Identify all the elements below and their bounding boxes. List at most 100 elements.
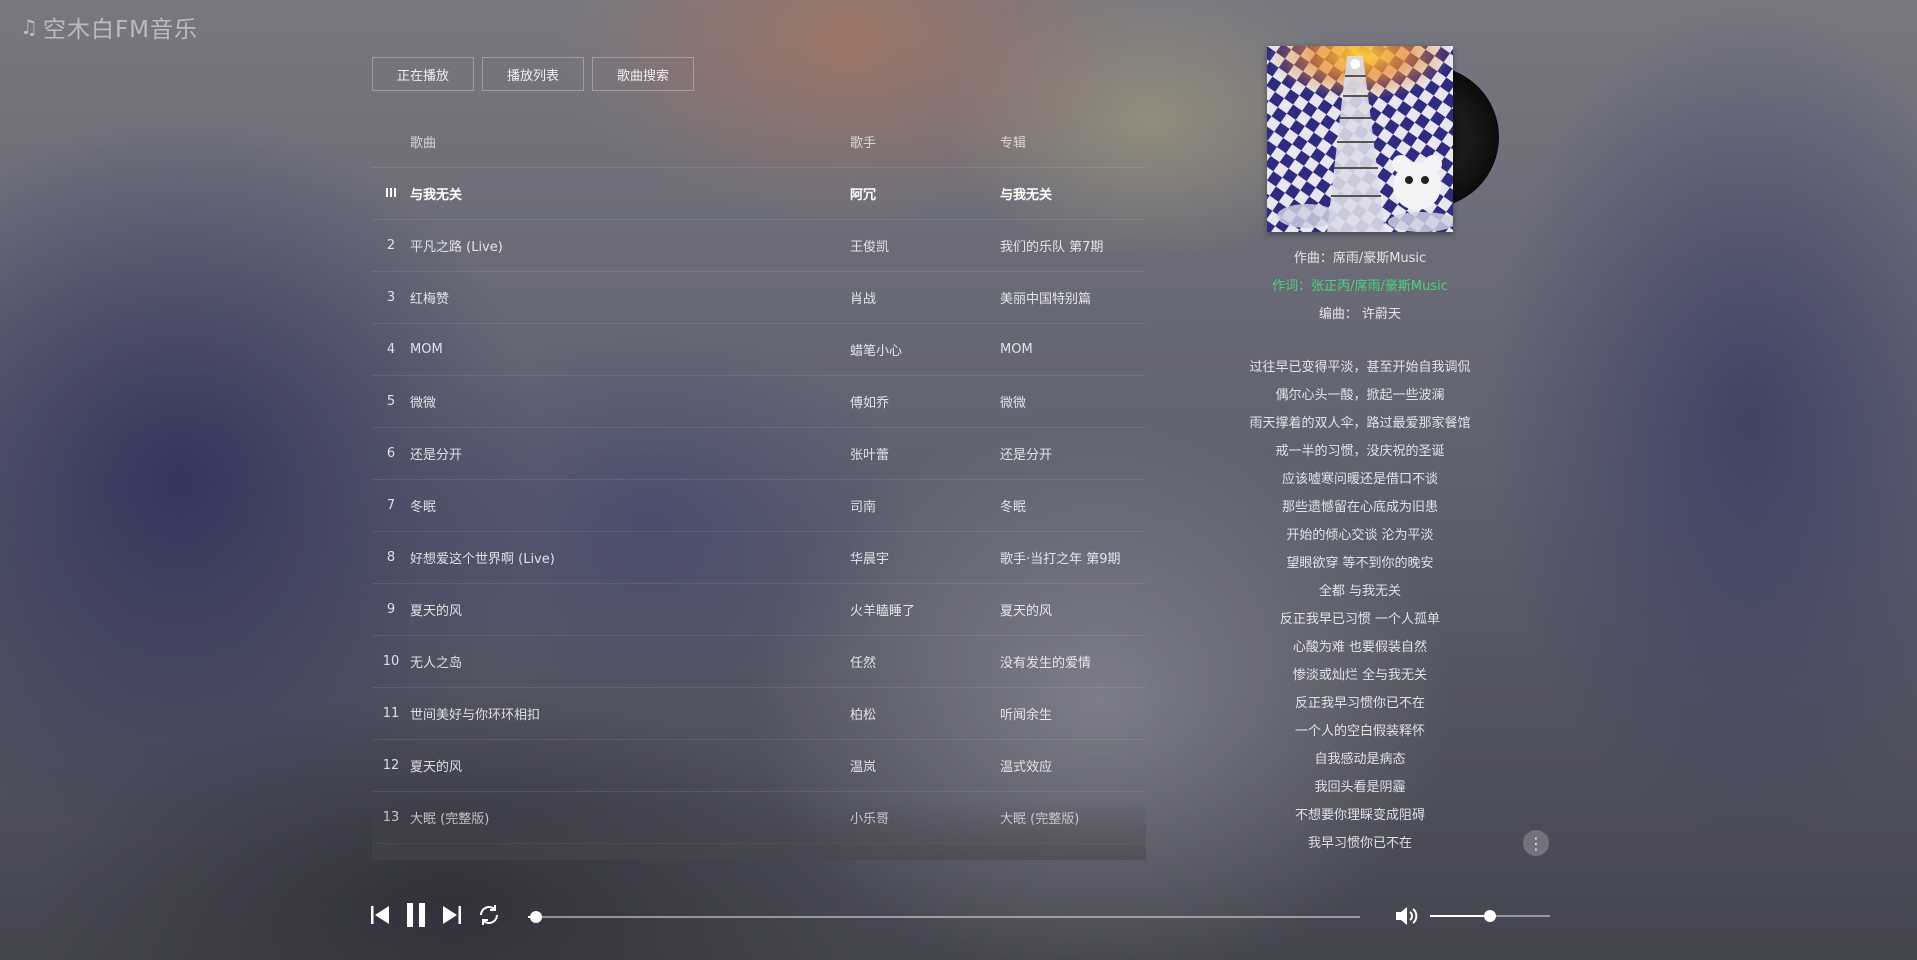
lyric-line: 望眼欲穿 等不到你的晚安 [1286, 556, 1434, 571]
song-album: 我们的乐队 第7期 [1000, 240, 1104, 255]
song-title: 夏天的风 [410, 604, 463, 619]
song-artist: 张叶蕾 [850, 448, 890, 463]
song-list-header: 歌曲 歌手 专辑 [372, 116, 1146, 167]
song-row[interactable]: 10 无人之岛 任然 没有发生的爱情 [372, 635, 1146, 687]
song-row[interactable]: 5 微微 傅如乔 微微 [372, 375, 1146, 427]
tab-bar: 正在播放 播放列表 歌曲搜索 [372, 57, 695, 91]
lyric-line: 反正我早习惯你已不在 [1294, 696, 1425, 711]
song-row[interactable]: 13 大眠 (完整版) 小乐哥 大眠 (完整版) [372, 791, 1146, 843]
song-title: 平凡之路 (Live) [410, 240, 503, 255]
song-row[interactable]: 11 世间美好与你环环相扣 柏松 听闻余生 [372, 687, 1146, 739]
lyric-line: 过往早已变得平淡，甚至开始自我调侃 [1249, 360, 1471, 375]
lyric-line: 我早习惯你已不在 [1307, 836, 1412, 851]
progress-bar[interactable] [528, 911, 1360, 923]
song-index: 4 [386, 342, 396, 357]
song-index: 5 [386, 394, 396, 409]
song-artist: 华晨宇 [850, 552, 890, 567]
lyric-line: 不想要你理睬变成阻碍 [1294, 808, 1425, 823]
song-album: 歌手·当打之年 第9期 [1000, 552, 1121, 567]
header-artist: 歌手 [850, 136, 877, 151]
lyric-line: 雨天撑着的双人伞，路过最爱那家餐馆 [1249, 416, 1471, 431]
tab-playlist[interactable]: 播放列表 [482, 57, 585, 91]
song-album: 美丽中国特别篇 [1000, 292, 1092, 307]
song-row[interactable]: 12 夏天的风 温岚 温式效应 [372, 739, 1146, 791]
song-album: 与我无关 [1000, 188, 1053, 203]
song-album: 没有发生的爱情 [1000, 656, 1092, 671]
song-row[interactable]: 9 夏天的风 火羊瞌睡了 夏天的风 [372, 583, 1146, 635]
lyric-line: 应该嘘寒问暖还是借口不谈 [1281, 472, 1438, 487]
tab-song-search[interactable]: 歌曲搜索 [592, 57, 695, 91]
volume-handle[interactable] [1484, 910, 1496, 922]
song-index: 2 [386, 238, 396, 253]
song-album: 冬眠 [1000, 500, 1027, 515]
lyric-line: 我回头看是阴霾 [1314, 780, 1406, 795]
skip-previous-icon[interactable] [369, 904, 391, 926]
song-album: 夏天的风 [1000, 604, 1053, 619]
more-vertical-icon[interactable]: ⋮ [1523, 830, 1549, 856]
song-title: 微微 [410, 396, 437, 411]
song-artist: 火羊瞌睡了 [850, 604, 916, 619]
song-index: 11 [382, 706, 400, 721]
app-title-text: 空木白FM音乐 [42, 17, 199, 43]
song-index: 8 [386, 550, 396, 565]
song-title: 大眠 (完整版) [410, 812, 490, 827]
lyrics-panel[interactable]: 过往早已变得平淡，甚至开始自我调侃 偶尔心头一酸，掀起一些波澜雨天撑着的双人伞，路… [1190, 357, 1530, 857]
album-cover [1267, 46, 1453, 232]
song-index: 7 [386, 498, 396, 513]
song-row[interactable]: 2 平凡之路 (Live) 王俊凯 我们的乐队 第7期 [372, 219, 1146, 271]
app-title: ♫ 空木白FM音乐 [20, 10, 198, 44]
lyric-line: 心酸为难 也要假装自然 [1292, 640, 1428, 655]
arranger-credit: 编曲： 许蔚天 [1318, 307, 1402, 322]
song-list[interactable]: 歌曲 歌手 专辑 与我无关 阿冗 与我无关 2 平凡之路 (Live) 王俊凯 我们的乐队 … [372, 116, 1146, 856]
song-album: 大眠 (完整版) [1000, 812, 1080, 827]
song-title: 好想爱这个世界啊 (Live) [410, 552, 555, 567]
lyric-line: 戒一半的习惯，没庆祝的圣诞 [1275, 444, 1445, 459]
lyric-line: 那些遗憾留在心底成为旧患 [1281, 500, 1438, 515]
lyric-line: 反正我早已习惯 一个人孤单 [1279, 612, 1441, 627]
song-index: 13 [382, 810, 400, 825]
song-index: 6 [386, 446, 396, 461]
song-row[interactable]: 3 红梅赞 肖战 美丽中国特别篇 [372, 271, 1146, 323]
song-artist: 蜡笔小心 [850, 344, 903, 359]
song-row[interactable]: 8 好想爱这个世界啊 (Live) 华晨宇 歌手·当打之年 第9期 [372, 531, 1146, 583]
song-title: 还是分开 [410, 448, 463, 463]
pause-icon[interactable] [405, 902, 427, 928]
song-index: 10 [382, 654, 400, 669]
volume-slider[interactable] [1430, 910, 1550, 922]
song-row[interactable]: 14你是人间四月天解忧邵帅你是人间四月天 [372, 843, 1146, 856]
song-album: 微微 [1000, 396, 1027, 411]
song-title: MOM [410, 342, 443, 357]
song-album: 听闻余生 [1000, 708, 1053, 723]
song-row[interactable]: 6 还是分开 张叶蕾 还是分开 [372, 427, 1146, 479]
lyric-line: 偶尔心头一酸，掀起一些波澜 [1275, 388, 1445, 403]
song-artist: 阿冗 [850, 188, 877, 203]
volume-fill [1430, 915, 1490, 917]
lyric-line: 开始的倾心交谈 沦为平淡 [1286, 528, 1434, 543]
song-artist: 任然 [850, 656, 877, 671]
song-row[interactable]: 4 MOM 蜡笔小心 MOM [372, 323, 1146, 375]
skip-next-icon[interactable] [441, 904, 463, 926]
song-title: 无人之岛 [410, 656, 463, 671]
song-title: 冬眠 [410, 500, 437, 515]
lyric-line: 一个人的空白假装释怀 [1294, 724, 1425, 739]
lyric-line: 惨淡或灿烂 全与我无关 [1292, 668, 1428, 683]
song-artist: 柏松 [850, 708, 877, 723]
lyricist-credit: 作词：张正丙/席雨/豪斯Music [1272, 279, 1448, 294]
composer-credit: 作曲：席雨/豪斯Music [1293, 251, 1427, 266]
song-artist: 肖战 [850, 292, 877, 307]
volume-icon[interactable] [1393, 903, 1419, 933]
song-title: 世间美好与你环环相扣 [410, 708, 541, 723]
song-title: 与我无关 [410, 188, 463, 203]
song-artist: 司南 [850, 500, 877, 515]
lyric-line: 全都 与我无关 [1318, 584, 1402, 599]
repeat-icon[interactable] [477, 903, 501, 927]
header-song: 歌曲 [410, 136, 437, 151]
song-row-playing[interactable]: 与我无关 阿冗 与我无关 [372, 167, 1146, 219]
album-art-area [1267, 46, 1499, 232]
song-artist: 王俊凯 [850, 240, 890, 255]
song-artist: 傅如乔 [850, 396, 890, 411]
tab-now-playing[interactable]: 正在播放 [372, 57, 475, 91]
song-row[interactable]: 7 冬眠 司南 冬眠 [372, 479, 1146, 531]
song-album: MOM [1000, 342, 1033, 357]
playback-controls [369, 902, 501, 928]
